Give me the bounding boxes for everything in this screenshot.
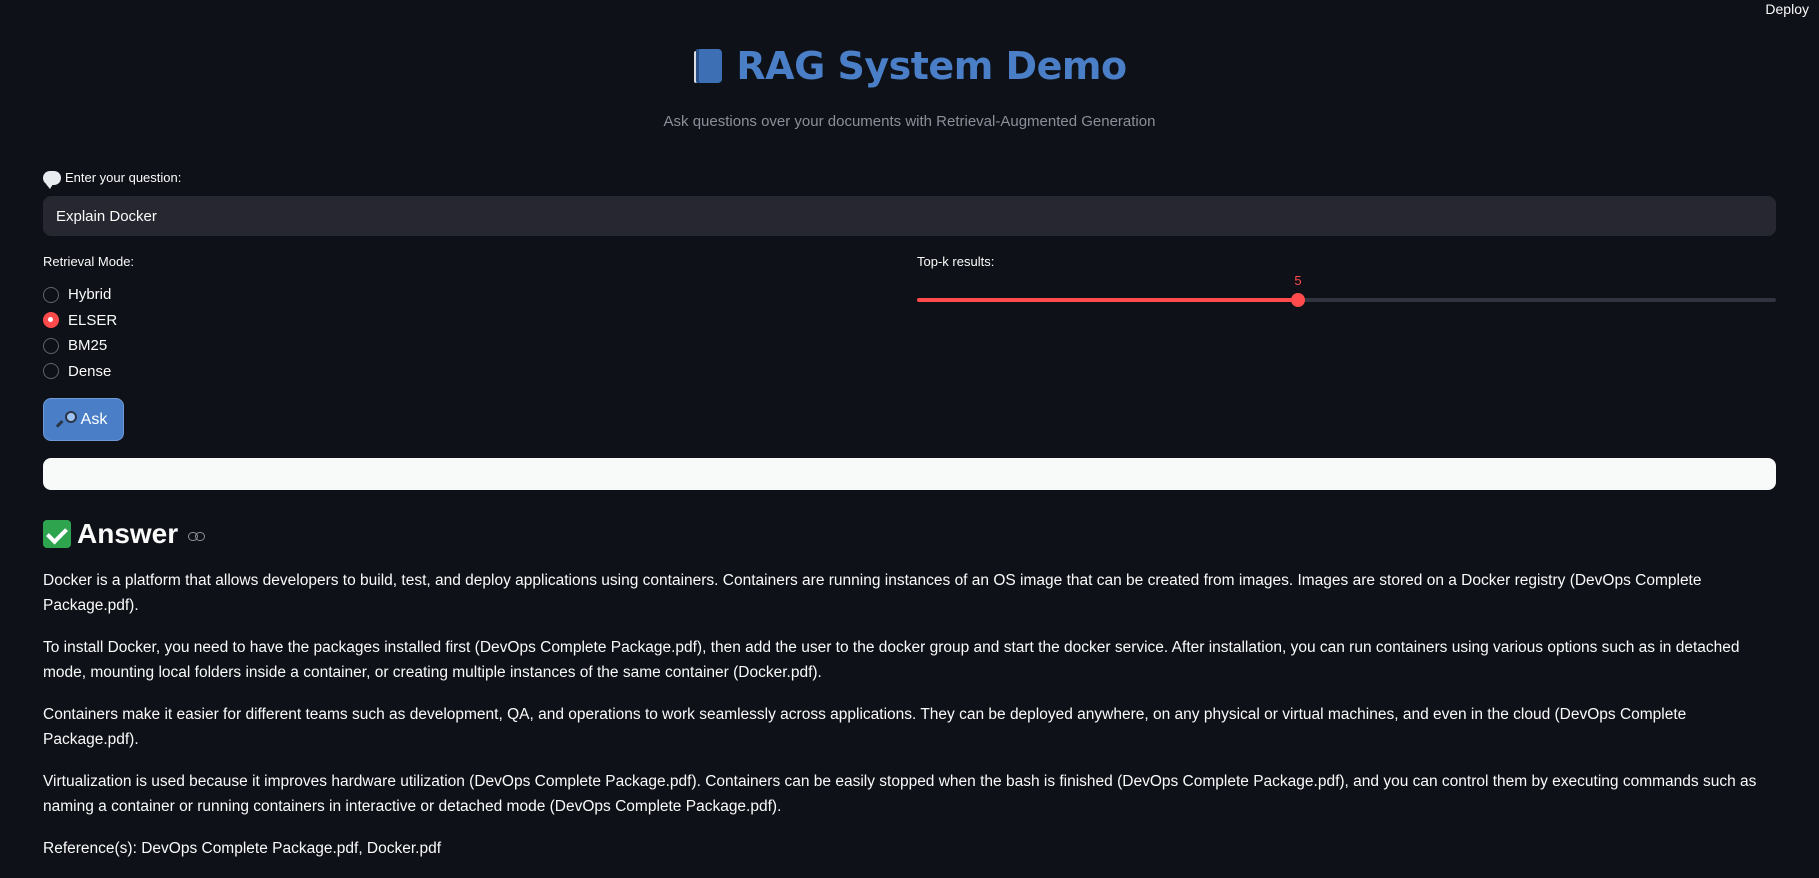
radio-circle[interactable] bbox=[43, 286, 59, 303]
radio-label: Hybrid bbox=[68, 286, 112, 304]
radio-option-elser[interactable]: ELSER bbox=[43, 308, 117, 334]
page-subtitle: Ask questions over your documents with R… bbox=[663, 113, 1156, 130]
radio-option-dense[interactable]: Dense bbox=[43, 359, 117, 385]
radio-option-hybrid[interactable]: Hybrid bbox=[43, 282, 117, 308]
ask-button-label: Ask bbox=[80, 410, 108, 428]
question-label: Enter your question: bbox=[65, 170, 182, 185]
answer-body: Docker is a platform that allows develop… bbox=[43, 568, 1776, 878]
radio-label: ELSER bbox=[68, 311, 118, 329]
slider-value: 5 bbox=[1294, 273, 1302, 288]
book-icon bbox=[692, 47, 724, 85]
radio-circle[interactable] bbox=[43, 337, 59, 354]
question-input[interactable] bbox=[43, 196, 1776, 236]
page-title: RAG System Demo bbox=[736, 44, 1127, 88]
topk-label: Top-k results: bbox=[917, 254, 995, 269]
progress-bar bbox=[43, 458, 1776, 490]
retrieval-mode-label: Retrieval Mode: bbox=[43, 254, 135, 269]
ask-button[interactable]: Ask bbox=[43, 398, 124, 441]
answer-header: Answer bbox=[43, 518, 206, 550]
topk-slider[interactable]: 5 bbox=[917, 273, 1776, 310]
main-content: RAG System Demo Ask questions over your … bbox=[43, 0, 1776, 857]
answer-paragraph: To install Docker, you need to have the … bbox=[43, 639, 1740, 681]
check-mark-icon bbox=[43, 520, 71, 548]
magnifier-icon bbox=[55, 410, 78, 429]
speech-balloon-icon bbox=[43, 170, 61, 189]
radio-option-bm25[interactable]: BM25 bbox=[43, 333, 117, 359]
page-header: RAG System Demo bbox=[43, 44, 1776, 94]
answer-paragraph: Docker is a platform that allows develop… bbox=[43, 572, 1702, 614]
retrieval-mode-radio-group: Hybrid ELSER BM25 Dense bbox=[43, 282, 117, 384]
answer-paragraph: Containers make it easier for different … bbox=[43, 706, 1687, 748]
radio-label: BM25 bbox=[68, 337, 108, 355]
radio-circle[interactable] bbox=[43, 363, 59, 380]
answer-heading: Answer bbox=[77, 518, 179, 549]
radio-circle[interactable] bbox=[43, 312, 59, 329]
radio-label: Dense bbox=[68, 362, 112, 380]
question-label-row: Enter your question: bbox=[43, 170, 182, 189]
anchor-link-icon[interactable] bbox=[188, 532, 206, 542]
slider-fill bbox=[917, 298, 1298, 302]
slider-thumb[interactable] bbox=[1291, 293, 1305, 307]
references-text: Reference(s): DevOps Complete Package.pd… bbox=[43, 840, 442, 857]
